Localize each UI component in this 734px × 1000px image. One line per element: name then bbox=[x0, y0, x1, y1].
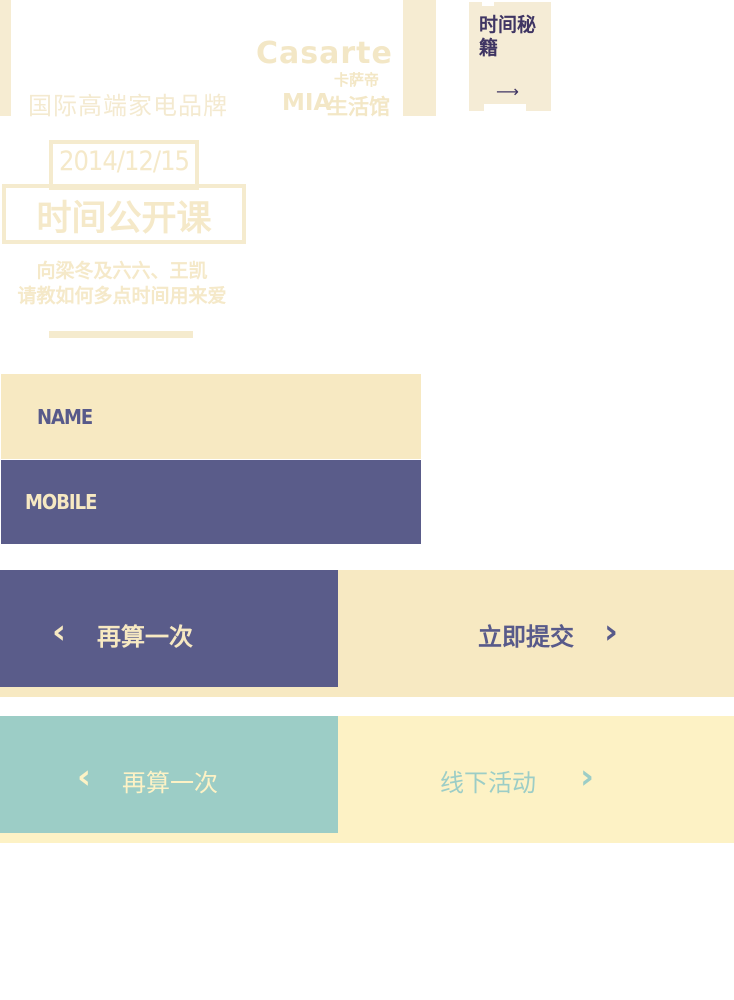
mia-logo: MIA bbox=[282, 90, 332, 116]
name-field-label: NAME bbox=[37, 405, 93, 429]
course-subtitle-line-2: 请教如何多点时间用来爱 bbox=[17, 285, 227, 307]
mobile-field-label: MOBILE bbox=[25, 490, 97, 514]
chevron-left-icon[interactable]: ‹ bbox=[77, 757, 91, 797]
course-title: 时间公开课 bbox=[36, 199, 212, 239]
banner-left-strip bbox=[0, 0, 11, 116]
course-date: 2014/12/15 bbox=[59, 146, 190, 177]
submit-now-button-label[interactable]: 立即提交 bbox=[478, 617, 574, 652]
recalculate-button-alt-label[interactable]: 再算一次 bbox=[122, 763, 218, 798]
chevron-right-icon[interactable]: › bbox=[580, 757, 594, 797]
time-tips-title[interactable]: 时间秘籍 bbox=[479, 14, 539, 60]
tips-tab-notch-top bbox=[482, 0, 494, 6]
brand-tagline: 国际高端家电品牌 bbox=[28, 92, 228, 120]
casarte-logo: Casarte bbox=[256, 36, 393, 71]
recalculate-button-label[interactable]: 再算一次 bbox=[97, 617, 193, 652]
mia-logo-cn: 生活馆 bbox=[327, 95, 390, 119]
course-subtitle-line-1: 向梁冬及六六、王凯 bbox=[36, 260, 208, 282]
offline-event-button[interactable] bbox=[339, 716, 734, 843]
banner-right-strip bbox=[403, 0, 436, 116]
tips-tab-notch-bottom bbox=[484, 104, 526, 112]
arrow-right-icon[interactable]: ⟶ bbox=[496, 82, 519, 101]
title-divider bbox=[49, 331, 193, 338]
offline-event-button-label[interactable]: 线下活动 bbox=[440, 763, 536, 798]
casarte-logo-cn: 卡萨帝 bbox=[334, 71, 380, 89]
chevron-right-icon[interactable]: › bbox=[604, 612, 618, 652]
chevron-left-icon[interactable]: ‹ bbox=[52, 612, 66, 652]
